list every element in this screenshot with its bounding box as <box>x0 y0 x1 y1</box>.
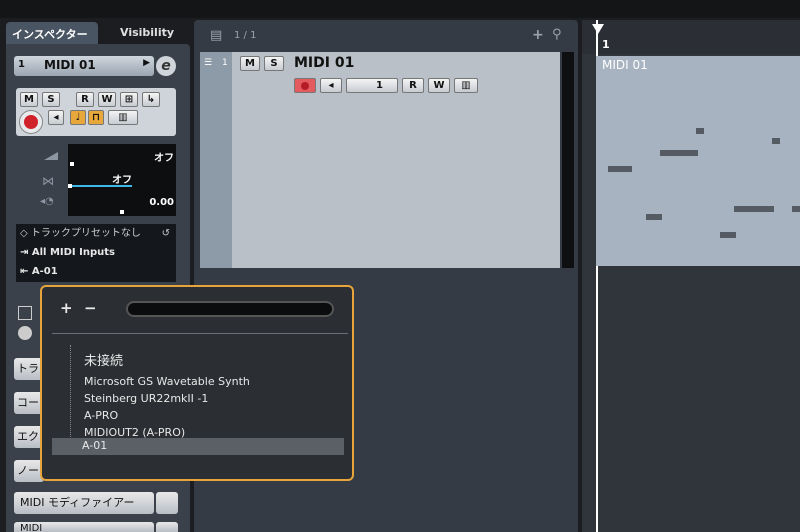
inspector-tabs: インスペクター Visibility <box>6 18 190 44</box>
midi-note[interactable] <box>608 166 632 172</box>
midi-part[interactable]: MIDI 01 <box>596 56 800 266</box>
track-list-scrollbar[interactable] <box>562 52 574 268</box>
track-read-button[interactable]: R <box>402 78 424 93</box>
write-button[interactable]: W <box>98 92 116 107</box>
delay-icon: ◂◔ <box>40 196 54 207</box>
list-icon[interactable]: ▤ <box>210 28 222 43</box>
midi-modifier-button[interactable]: MIDI モディファイアー <box>14 492 154 514</box>
tab-visibility[interactable]: Visibility <box>114 22 180 44</box>
output-option-selected[interactable]: A-01 <box>52 438 344 455</box>
pan-bar <box>70 185 132 187</box>
track-channel[interactable]: 1 <box>346 78 398 93</box>
output-option-gs-wavetable[interactable]: Microsoft GS Wavetable Synth <box>84 373 250 390</box>
output-option-unconnected[interactable]: 未接続 <box>84 353 123 370</box>
fader-area: オフ ⋈ オフ ◂◔ 0.00 <box>16 140 176 216</box>
track-solo-button[interactable]: S <box>264 56 284 71</box>
track-color-strip: ☰ 1 <box>200 52 232 268</box>
volume-icon <box>44 152 58 160</box>
midi-input-field[interactable]: ⇥ All MIDI Inputs <box>20 244 172 262</box>
midi-note[interactable] <box>792 206 800 212</box>
folder-icon: ☰ <box>204 58 213 68</box>
freeze-icon[interactable]: ⊞ <box>120 92 138 107</box>
track-row-name: MIDI 01 <box>294 55 355 71</box>
output-option-ur22mkii[interactable]: Steinberg UR22mkII -1 <box>84 390 208 407</box>
add-icon[interactable]: + <box>60 299 73 317</box>
top-strip <box>0 0 800 18</box>
popup-divider <box>52 333 348 334</box>
midi-note[interactable] <box>734 206 774 212</box>
solo-button[interactable]: S <box>42 92 60 107</box>
midi-output-label: A-01 <box>31 266 58 277</box>
midi-note[interactable] <box>696 128 704 134</box>
midi-note[interactable] <box>772 138 780 144</box>
popup-search-input[interactable] <box>126 301 334 317</box>
midi-section-partial-icon[interactable] <box>156 522 178 532</box>
midi-modifier-icon[interactable] <box>156 492 178 514</box>
tab-inspector[interactable]: インスペクター <box>6 22 98 44</box>
channel-icon[interactable] <box>18 326 32 340</box>
volume-handle[interactable] <box>70 162 74 166</box>
volume-value: オフ <box>154 153 174 164</box>
record-enable-button[interactable] <box>19 110 43 134</box>
lanes-icon[interactable]: ▥ <box>108 110 138 125</box>
ruler-bar-number: 1 <box>602 38 610 51</box>
output-option-a-pro[interactable]: A-PRO <box>84 407 118 424</box>
track-monitor-icon[interactable]: ◂ <box>320 78 342 93</box>
search-icon[interactable]: ⚲ <box>552 27 562 42</box>
midi-output-field[interactable]: ⇤ A-01 <box>20 263 172 281</box>
volume-box[interactable]: オフ <box>68 144 176 168</box>
track-list-header: ▤ 1 / 1 + ⚲ <box>196 24 576 48</box>
midi-part-name: MIDI 01 <box>602 58 648 72</box>
preset-label: トラックプリセットなし <box>30 228 141 239</box>
track-number: 1 <box>18 59 25 70</box>
track-row-number: 1 <box>222 58 228 68</box>
note-icon[interactable]: ♩ <box>70 110 86 125</box>
refresh-icon[interactable]: ↺ <box>162 225 170 243</box>
track-out-icon[interactable]: ↳ <box>142 92 160 107</box>
ruler[interactable]: 1 <box>582 20 800 54</box>
read-button[interactable]: R <box>76 92 94 107</box>
track-write-button[interactable]: W <box>428 78 450 93</box>
remove-icon[interactable]: − <box>84 299 97 317</box>
track-counter: 1 / 1 <box>234 30 257 41</box>
track-name-field[interactable]: 1 MIDI 01 ▶ <box>14 56 154 76</box>
track-record-button[interactable] <box>294 78 316 93</box>
delay-box[interactable]: 0.00 <box>68 192 176 216</box>
midi-note[interactable] <box>646 214 662 220</box>
track-name-label: MIDI 01 <box>44 58 96 72</box>
pan-value: オフ <box>112 175 132 186</box>
cursor-marker-icon[interactable] <box>592 24 604 34</box>
add-track-icon[interactable]: + <box>532 27 544 43</box>
track-controls: M S R W ⊞ ↳ ◂ ♩ ⊓ ▥ <box>16 88 176 136</box>
pan-icon: ⋈ <box>42 174 54 188</box>
pan-box[interactable]: オフ <box>68 168 176 192</box>
edit-instrument-button[interactable]: e <box>156 56 176 76</box>
output-icon: ⇤ <box>20 266 32 277</box>
midi-note[interactable] <box>660 150 698 156</box>
monitor-icon[interactable]: ◂ <box>48 110 64 125</box>
track-lanes-icon[interactable]: ▥ <box>454 78 478 93</box>
midi-input-label: All MIDI Inputs <box>31 247 115 258</box>
track-row-controls: M S MIDI 01 ◂ 1 R W ▥ <box>240 55 540 96</box>
track-mute-button[interactable]: M <box>240 56 260 71</box>
input-icon: ⇥ <box>20 247 32 258</box>
lock-icon[interactable]: ⊓ <box>88 110 104 125</box>
track-preset-field[interactable]: ◇ トラックプリセットなし ↺ <box>20 225 172 243</box>
delay-handle[interactable] <box>120 210 124 214</box>
routing-section: ◇ トラックプリセットなし ↺ ⇥ All MIDI Inputs ⇤ A-01 <box>16 224 176 282</box>
output-option-a-01: A-01 <box>82 439 108 452</box>
notepad-icon[interactable] <box>18 306 32 320</box>
midi-section-partial[interactable]: MIDI <box>14 522 154 532</box>
pan-handle[interactable] <box>68 184 72 188</box>
preset-icon: ◇ <box>20 228 31 239</box>
mute-button[interactable]: M <box>20 92 38 107</box>
midi-note[interactable] <box>720 232 736 238</box>
play-arrow-icon[interactable]: ▶ <box>143 58 150 68</box>
delay-value: 0.00 <box>149 197 174 208</box>
